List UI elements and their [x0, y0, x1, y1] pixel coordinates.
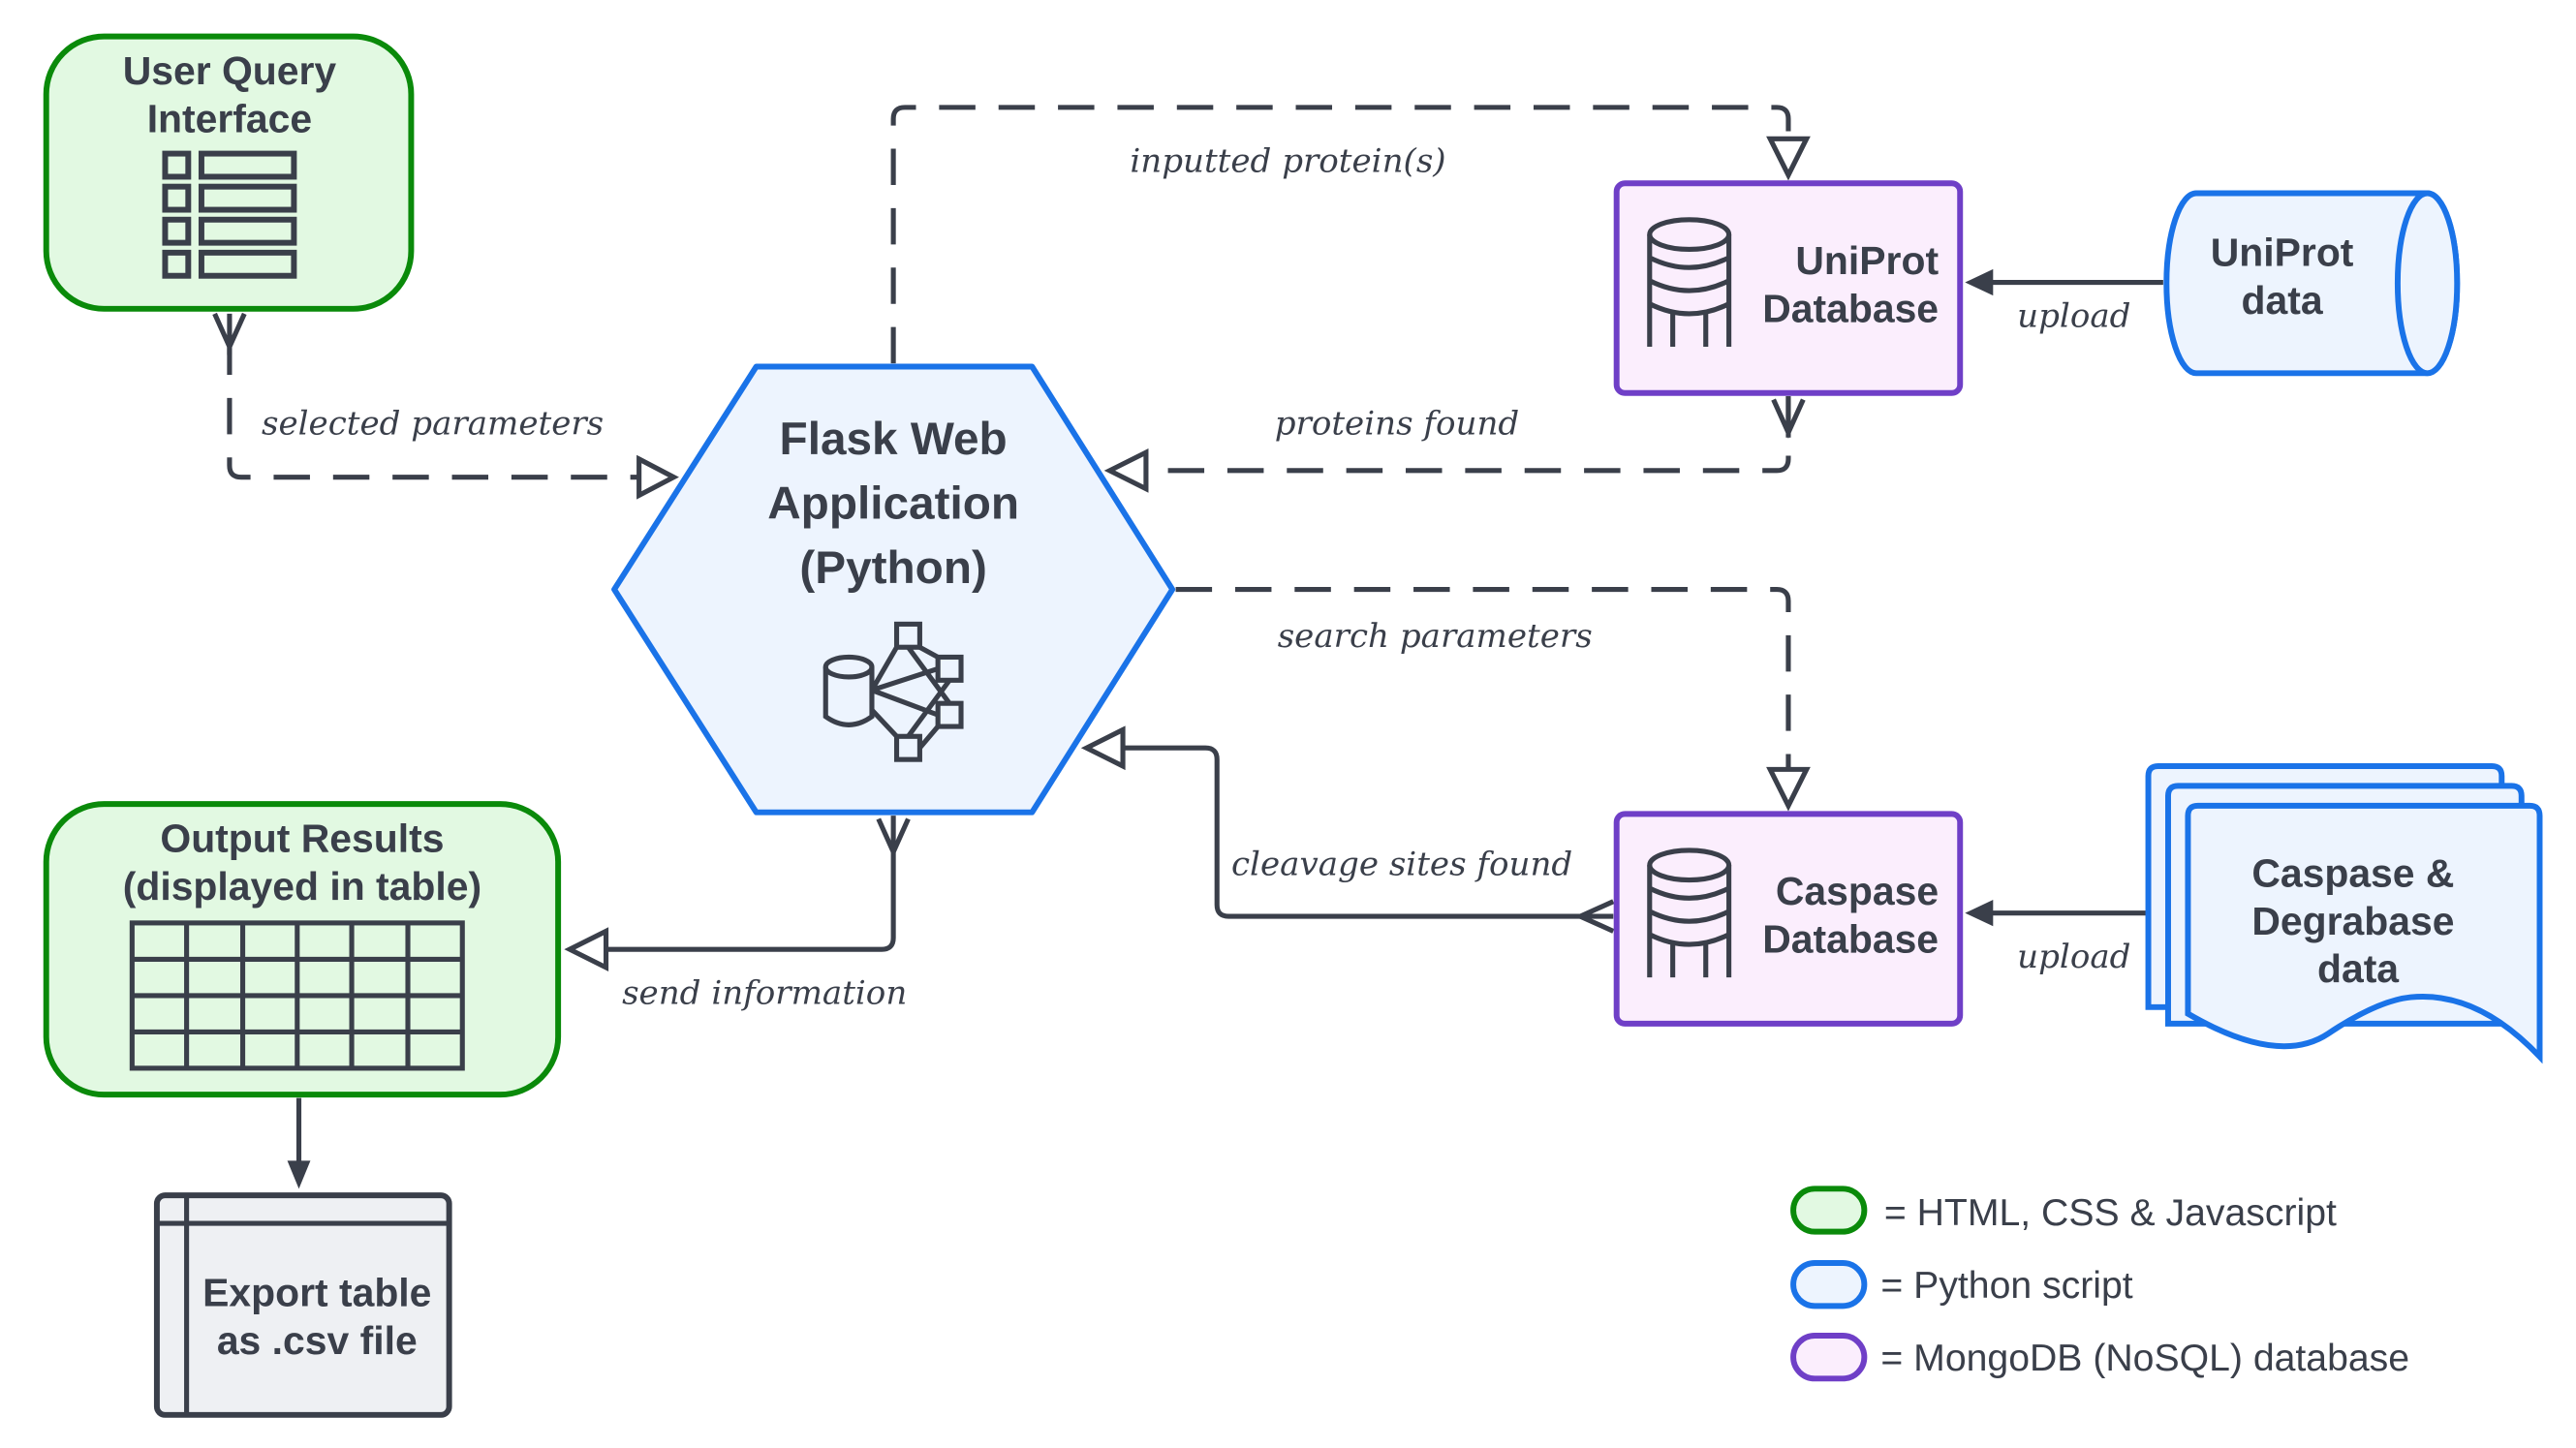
- node-user-query-interface: User Query Interface: [43, 33, 415, 312]
- legend-label-python: = Python script: [1880, 1265, 2132, 1307]
- node-export-csv: Export table as .csv file: [153, 1192, 452, 1418]
- legend-label-html: = HTML, CSS & Javascript: [1884, 1192, 2337, 1234]
- label-search-parameters: search parameters: [1278, 617, 1593, 656]
- uniprot-db-title-2: Database: [1762, 286, 1939, 330]
- legend: = HTML, CSS & Javascript = Python script…: [1790, 1186, 2409, 1382]
- export-title-2: as .csv file: [217, 1318, 418, 1363]
- legend-item-python: = Python script: [1790, 1260, 2133, 1309]
- label-inputted-proteins: inputted protein(s): [1130, 141, 1445, 180]
- caspase-data-title-2: Degrabase: [2251, 899, 2454, 943]
- node-uniprot-database: UniProt Database: [1613, 180, 1964, 396]
- output-title-1: Output Results: [160, 816, 444, 861]
- label-proteins-found: proteins found: [1275, 404, 1520, 443]
- legend-item-html: = HTML, CSS & Javascript: [1790, 1186, 2337, 1235]
- uniprot-db-title-1: UniProt: [1795, 238, 1939, 283]
- output-title-2: (displayed in table): [123, 864, 481, 909]
- edge-cleavage-sites-found: [1080, 725, 1615, 934]
- node-uniprot-data: UniProt data: [2163, 190, 2461, 377]
- architecture-diagram: selected parameters inputted protein(s) …: [43, 33, 2543, 1418]
- label-upload-caspase: upload: [2017, 938, 2130, 976]
- legend-item-mongodb: = MongoDB (NoSQL) database: [1790, 1333, 2409, 1382]
- export-title-1: Export table: [202, 1270, 431, 1314]
- node-output-results: Output Results (displayed in table): [43, 801, 562, 1098]
- node-caspase-database: Caspase Database: [1613, 811, 1964, 1027]
- label-send-information: send information: [622, 973, 907, 1012]
- label-upload-uniprot: upload: [2017, 297, 2130, 336]
- uniprot-data-title-1: UniProt: [2211, 231, 2354, 275]
- uniprot-data-title-2: data: [2242, 278, 2323, 323]
- caspase-db-title-2: Database: [1762, 917, 1939, 962]
- user-query-title-2: Interface: [147, 96, 312, 140]
- legend-label-mongodb: = MongoDB (NoSQL) database: [1880, 1338, 2409, 1379]
- edge-send-information: [564, 816, 911, 972]
- caspase-data-title-1: Caspase &: [2251, 850, 2454, 895]
- edge-upload-uniprot: [1965, 268, 2163, 296]
- caspase-db-title-1: Caspase: [1776, 869, 1939, 913]
- label-selected-parameters: selected parameters: [262, 404, 604, 443]
- flask-title-3: (Python): [799, 542, 987, 594]
- flask-title-2: Application: [767, 478, 1019, 529]
- node-caspase-degrabase-data: Caspase & Degrabase data: [2145, 762, 2543, 1064]
- edge-upload-caspase: [1965, 900, 2147, 927]
- edge-export: [287, 1097, 311, 1189]
- label-cleavage-sites-found: cleavage sites found: [1231, 845, 1572, 883]
- user-query-title-1: User Query: [123, 48, 337, 93]
- caspase-data-title-3: data: [2317, 946, 2399, 991]
- flask-title-1: Flask Web: [780, 414, 1008, 465]
